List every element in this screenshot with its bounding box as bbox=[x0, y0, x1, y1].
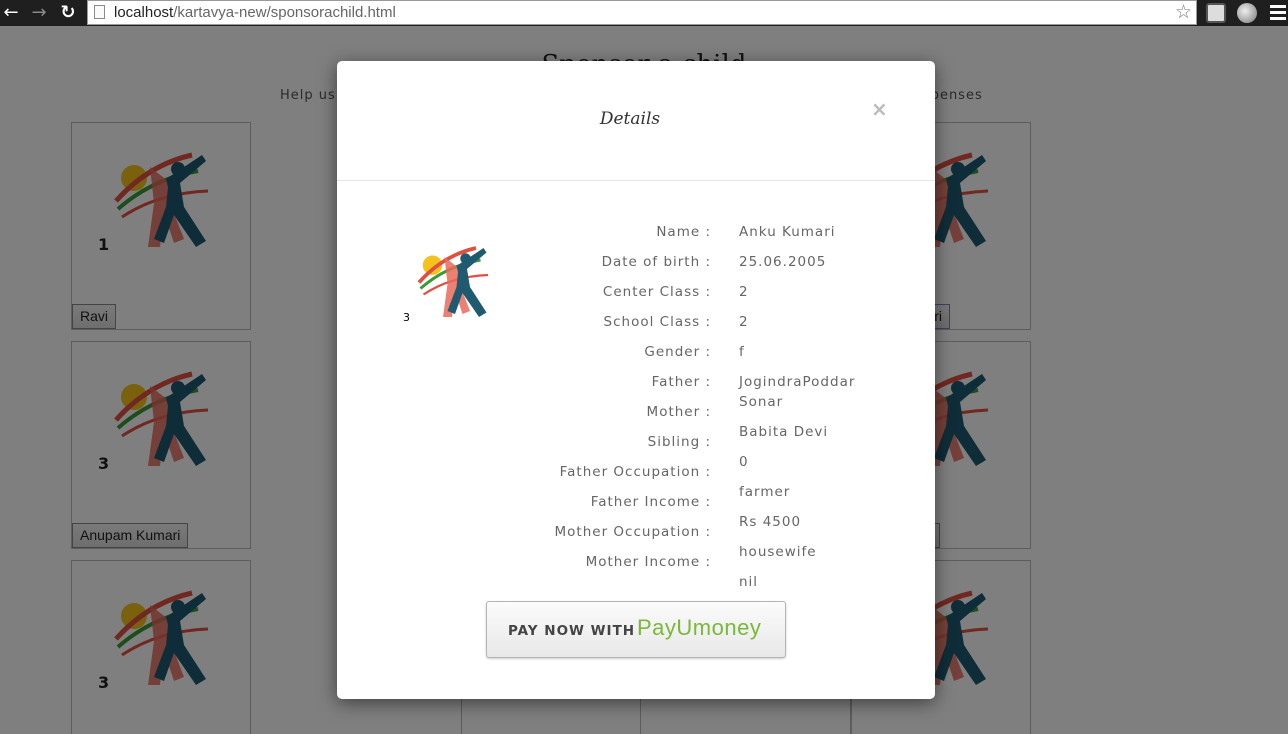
url-text[interactable]: localhost/kartavya-new/sponsorachild.htm… bbox=[114, 4, 396, 21]
label-center-class: Center Class : bbox=[602, 284, 711, 300]
bookmark-star-icon[interactable]: ☆ bbox=[1175, 1, 1192, 24]
modal-title: Details bbox=[599, 109, 661, 129]
label-mother-income: Mother Income : bbox=[585, 554, 711, 570]
label-father: Father : bbox=[651, 374, 711, 390]
reload-icon[interactable]: ↻ bbox=[57, 2, 79, 24]
label-mother: Mother : bbox=[646, 404, 711, 420]
label-mother-occupation: Mother Occupation : bbox=[554, 524, 711, 540]
address-bar[interactable]: localhost/kartavya-new/sponsorachild.htm… bbox=[87, 0, 1197, 25]
value-name: Anku Kumari bbox=[739, 224, 836, 240]
details-modal: Details × 3 Name : Date of birth : Cente… bbox=[337, 61, 935, 699]
value-mother-income: nil bbox=[739, 574, 759, 590]
modal-divider bbox=[337, 180, 935, 181]
close-icon[interactable]: × bbox=[871, 97, 888, 121]
details-labels: Name : Date of birth : Center Class : Sc… bbox=[517, 222, 711, 582]
details-values: Anku Kumari 25.06.2005 2 2 f JogindraPod… bbox=[739, 222, 879, 602]
browser-toolbar: ← → ↻ localhost/kartavya-new/sponsorachi… bbox=[0, 0, 1288, 26]
child-photo: 3 bbox=[387, 229, 517, 339]
forward-icon[interactable]: → bbox=[28, 2, 50, 24]
value-gender: f bbox=[739, 344, 745, 360]
value-mother-occupation: housewife bbox=[739, 544, 817, 560]
label-school-class: School Class : bbox=[603, 314, 711, 330]
payumoney-logo: PayUmoney bbox=[637, 615, 762, 640]
value-center-class: 2 bbox=[739, 284, 749, 300]
value-father-income: Rs 4500 bbox=[739, 514, 802, 530]
label-gender: Gender : bbox=[644, 344, 711, 360]
label-father-income: Father Income : bbox=[590, 494, 711, 510]
menu-icon[interactable] bbox=[1270, 5, 1286, 23]
value-mother: Babita Devi bbox=[739, 424, 829, 440]
value-father: JogindraPoddar Sonar bbox=[739, 374, 856, 410]
pay-now-button[interactable]: PAY NOW WITH PayUmoney bbox=[486, 601, 786, 658]
label-sibling: Sibling : bbox=[647, 434, 711, 450]
kartavya-logo-icon bbox=[417, 246, 489, 317]
value-dob: 25.06.2005 bbox=[739, 254, 827, 270]
page-icon bbox=[94, 5, 105, 19]
label-dob: Date of birth : bbox=[601, 254, 711, 270]
photo-number: 3 bbox=[403, 311, 410, 324]
value-sibling: 0 bbox=[739, 454, 749, 470]
back-icon[interactable]: ← bbox=[0, 2, 22, 24]
pay-now-label: PAY NOW WITH bbox=[508, 623, 636, 639]
label-father-occupation: Father Occupation : bbox=[559, 464, 711, 480]
value-school-class: 2 bbox=[739, 314, 749, 330]
label-name: Name : bbox=[656, 224, 711, 240]
extension-icon[interactable] bbox=[1206, 3, 1226, 23]
value-father-occupation: farmer bbox=[739, 484, 791, 500]
extension-globe-icon[interactable] bbox=[1237, 3, 1257, 23]
